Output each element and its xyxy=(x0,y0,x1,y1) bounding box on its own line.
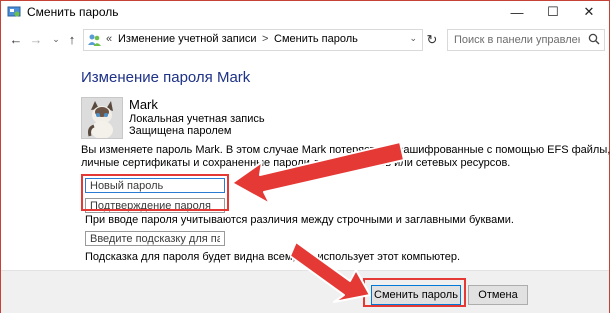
page-title: Изменение пароля Mark xyxy=(81,69,251,86)
cancel-button[interactable]: Отмена xyxy=(468,285,528,305)
password-fields-highlight xyxy=(81,174,229,211)
efs-warning-line-2: личные сертификаты и сохраненные пароли … xyxy=(81,157,511,169)
search-box[interactable] xyxy=(447,29,605,51)
navigation-bar: ← → ⌄ ↑ « Изменение учетной записи > Сме… xyxy=(1,27,609,53)
up-arrow-icon[interactable]: ↑ xyxy=(63,30,81,48)
case-sensitivity-note: При вводе пароля учитываются различия ме… xyxy=(85,214,514,226)
search-icon xyxy=(588,33,600,45)
breadcrumb-change-password[interactable]: Сменить пароль xyxy=(274,33,358,45)
efs-warning-line-1: Вы изменяете пароль Mark. В этом случае … xyxy=(81,144,610,156)
address-dropdown-chevron-icon[interactable]: ⌄ xyxy=(409,33,417,44)
search-input[interactable] xyxy=(452,32,582,48)
refresh-icon[interactable]: ↻ xyxy=(423,31,441,49)
minimize-button[interactable]: — xyxy=(499,1,535,23)
breadcrumb-account-change[interactable]: Изменение учетной записи xyxy=(118,33,257,45)
password-hint-field[interactable] xyxy=(85,231,225,246)
password-protection-status: Защищена паролем xyxy=(129,125,232,137)
back-arrow-icon[interactable]: ← xyxy=(7,30,25,48)
users-icon xyxy=(88,34,101,46)
change-button-highlight xyxy=(363,278,466,307)
user-name: Mark xyxy=(129,97,158,112)
dialog-footer: Сменить пароль Отмена xyxy=(1,270,609,313)
breadcrumb-separator[interactable]: > xyxy=(262,33,268,45)
user-avatar xyxy=(81,97,123,139)
address-bar[interactable]: « Изменение учетной записи > Сменить пар… xyxy=(83,29,423,51)
cat-avatar-image xyxy=(82,98,122,138)
title-bar: Сменить пароль — ☐ ✕ xyxy=(1,1,609,23)
window-title: Сменить пароль xyxy=(27,5,119,19)
forward-arrow-icon[interactable]: → xyxy=(27,30,45,48)
close-button[interactable]: ✕ xyxy=(571,1,607,23)
account-type: Локальная учетная запись xyxy=(129,113,265,125)
control-panel-icon xyxy=(7,6,21,17)
hint-visibility-note: Подсказка для пароля будет видна всем, к… xyxy=(85,251,461,263)
window: Сменить пароль — ☐ ✕ ← → ⌄ ↑ « Изменение… xyxy=(0,0,610,313)
maximize-button[interactable]: ☐ xyxy=(535,1,571,23)
breadcrumb-overflow[interactable]: « xyxy=(106,33,112,45)
